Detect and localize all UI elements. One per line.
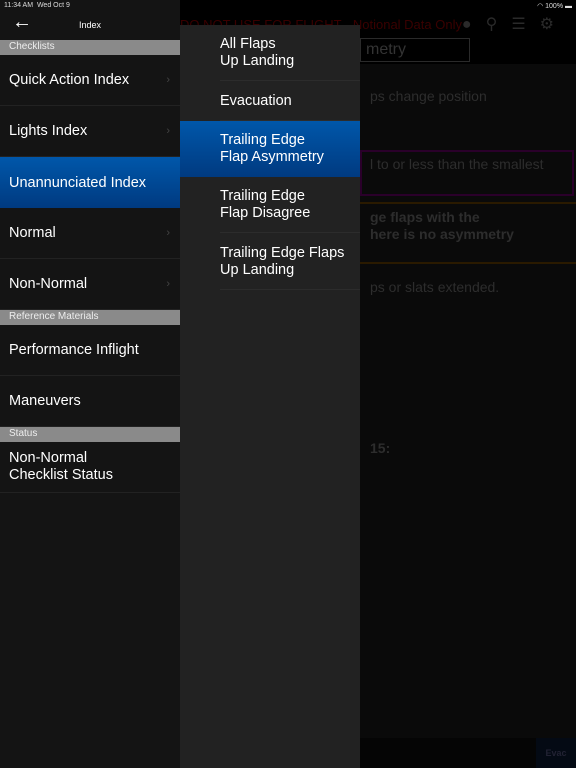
checklist-title-text: metry <box>366 41 406 58</box>
user-icon[interactable]: ● <box>462 16 486 33</box>
submenu-item-label: Trailing Edge Flap Disagree <box>220 188 311 221</box>
submenu-panel: All Flaps Up Landing Evacuation Trailing E… <box>180 25 360 768</box>
submenu-item-label: Trailing Edge Flaps Up Landing <box>220 244 345 278</box>
chevron-right-icon: › <box>166 278 170 290</box>
chevron-right-icon: › <box>166 227 170 239</box>
index-item-label: Performance Inflight <box>9 342 139 358</box>
index-item[interactable]: Unannunciated Index <box>0 157 180 208</box>
submenu-item[interactable]: Trailing Edge Flap Asymmetry <box>180 121 360 177</box>
section-header: Status <box>0 427 180 442</box>
battery-level: 100% <box>545 3 564 10</box>
submenu-item[interactable]: Trailing Edge Flap Disagree <box>180 177 360 233</box>
submenu-item[interactable]: Evacuation <box>180 81 360 121</box>
index-item-label: Quick Action Index <box>9 72 130 88</box>
status-date: Wed Oct 9 <box>36 2 70 9</box>
index-title: Index <box>78 20 102 30</box>
chevron-right-icon: › <box>166 74 170 86</box>
index-item[interactable]: Lights Index › <box>0 106 180 157</box>
checklist-title: metry <box>360 38 470 62</box>
index-item[interactable]: Non-Normal Checklist Status <box>0 442 180 493</box>
index-item-label: Non-Normal <box>9 276 88 292</box>
index-panel: ← Index Checklists Quick Action Index › Lig… <box>0 0 180 768</box>
status-time: 11:34 AM <box>4 2 34 9</box>
index-item[interactable]: Quick Action Index › <box>0 55 180 106</box>
index-item[interactable]: Normal › <box>0 208 180 259</box>
index-item[interactable]: Performance Inflight <box>0 325 180 376</box>
checklist-line: ge flaps with the <box>370 209 480 225</box>
gear-icon[interactable]: ⚙ <box>540 16 568 33</box>
submenu-item-label: Evacuation <box>220 92 292 109</box>
checklist-line: 15: <box>370 440 391 456</box>
divider <box>360 202 576 204</box>
section-header: Reference Materials <box>0 310 180 325</box>
submenu-item[interactable]: Trailing Edge Flaps Up Landing <box>180 233 360 290</box>
status-bar: 11:34 AM Wed Oct 9 ◠ 100% ▬ <box>0 0 576 12</box>
section-header: Checklists <box>0 40 180 55</box>
index-item[interactable]: Non-Normal › <box>0 259 180 310</box>
checklist-line: l to or less than the smallest <box>370 156 544 172</box>
chevron-right-icon: › <box>166 125 170 137</box>
submenu-item-label: Trailing Edge Flap Asymmetry <box>220 132 324 165</box>
checklist-line: ps change position <box>370 88 487 104</box>
index-item-label: Unannunciated Index <box>9 174 147 191</box>
checklist-line: here is no asymmetry <box>370 226 514 242</box>
index-item-label: Maneuvers <box>9 393 81 409</box>
index-item-label: Normal <box>9 225 56 241</box>
menu-icon[interactable]: ☰ <box>511 16 539 33</box>
wifi-icon: ◠ <box>537 3 544 10</box>
divider <box>360 262 576 264</box>
submenu-item-label: All Flaps Up Landing <box>220 36 295 69</box>
index-item-label: Non-Normal Checklist Status <box>9 450 113 483</box>
search-icon[interactable]: ⚲ <box>486 16 512 33</box>
battery-icon: ▬ <box>565 3 572 10</box>
index-item[interactable]: Maneuvers <box>0 376 180 427</box>
index-item-label: Lights Index <box>9 123 88 139</box>
checklist-line: ps or slats extended. <box>370 279 500 295</box>
evac-button[interactable]: Evac <box>536 738 576 768</box>
submenu-item[interactable]: All Flaps Up Landing <box>180 25 360 81</box>
